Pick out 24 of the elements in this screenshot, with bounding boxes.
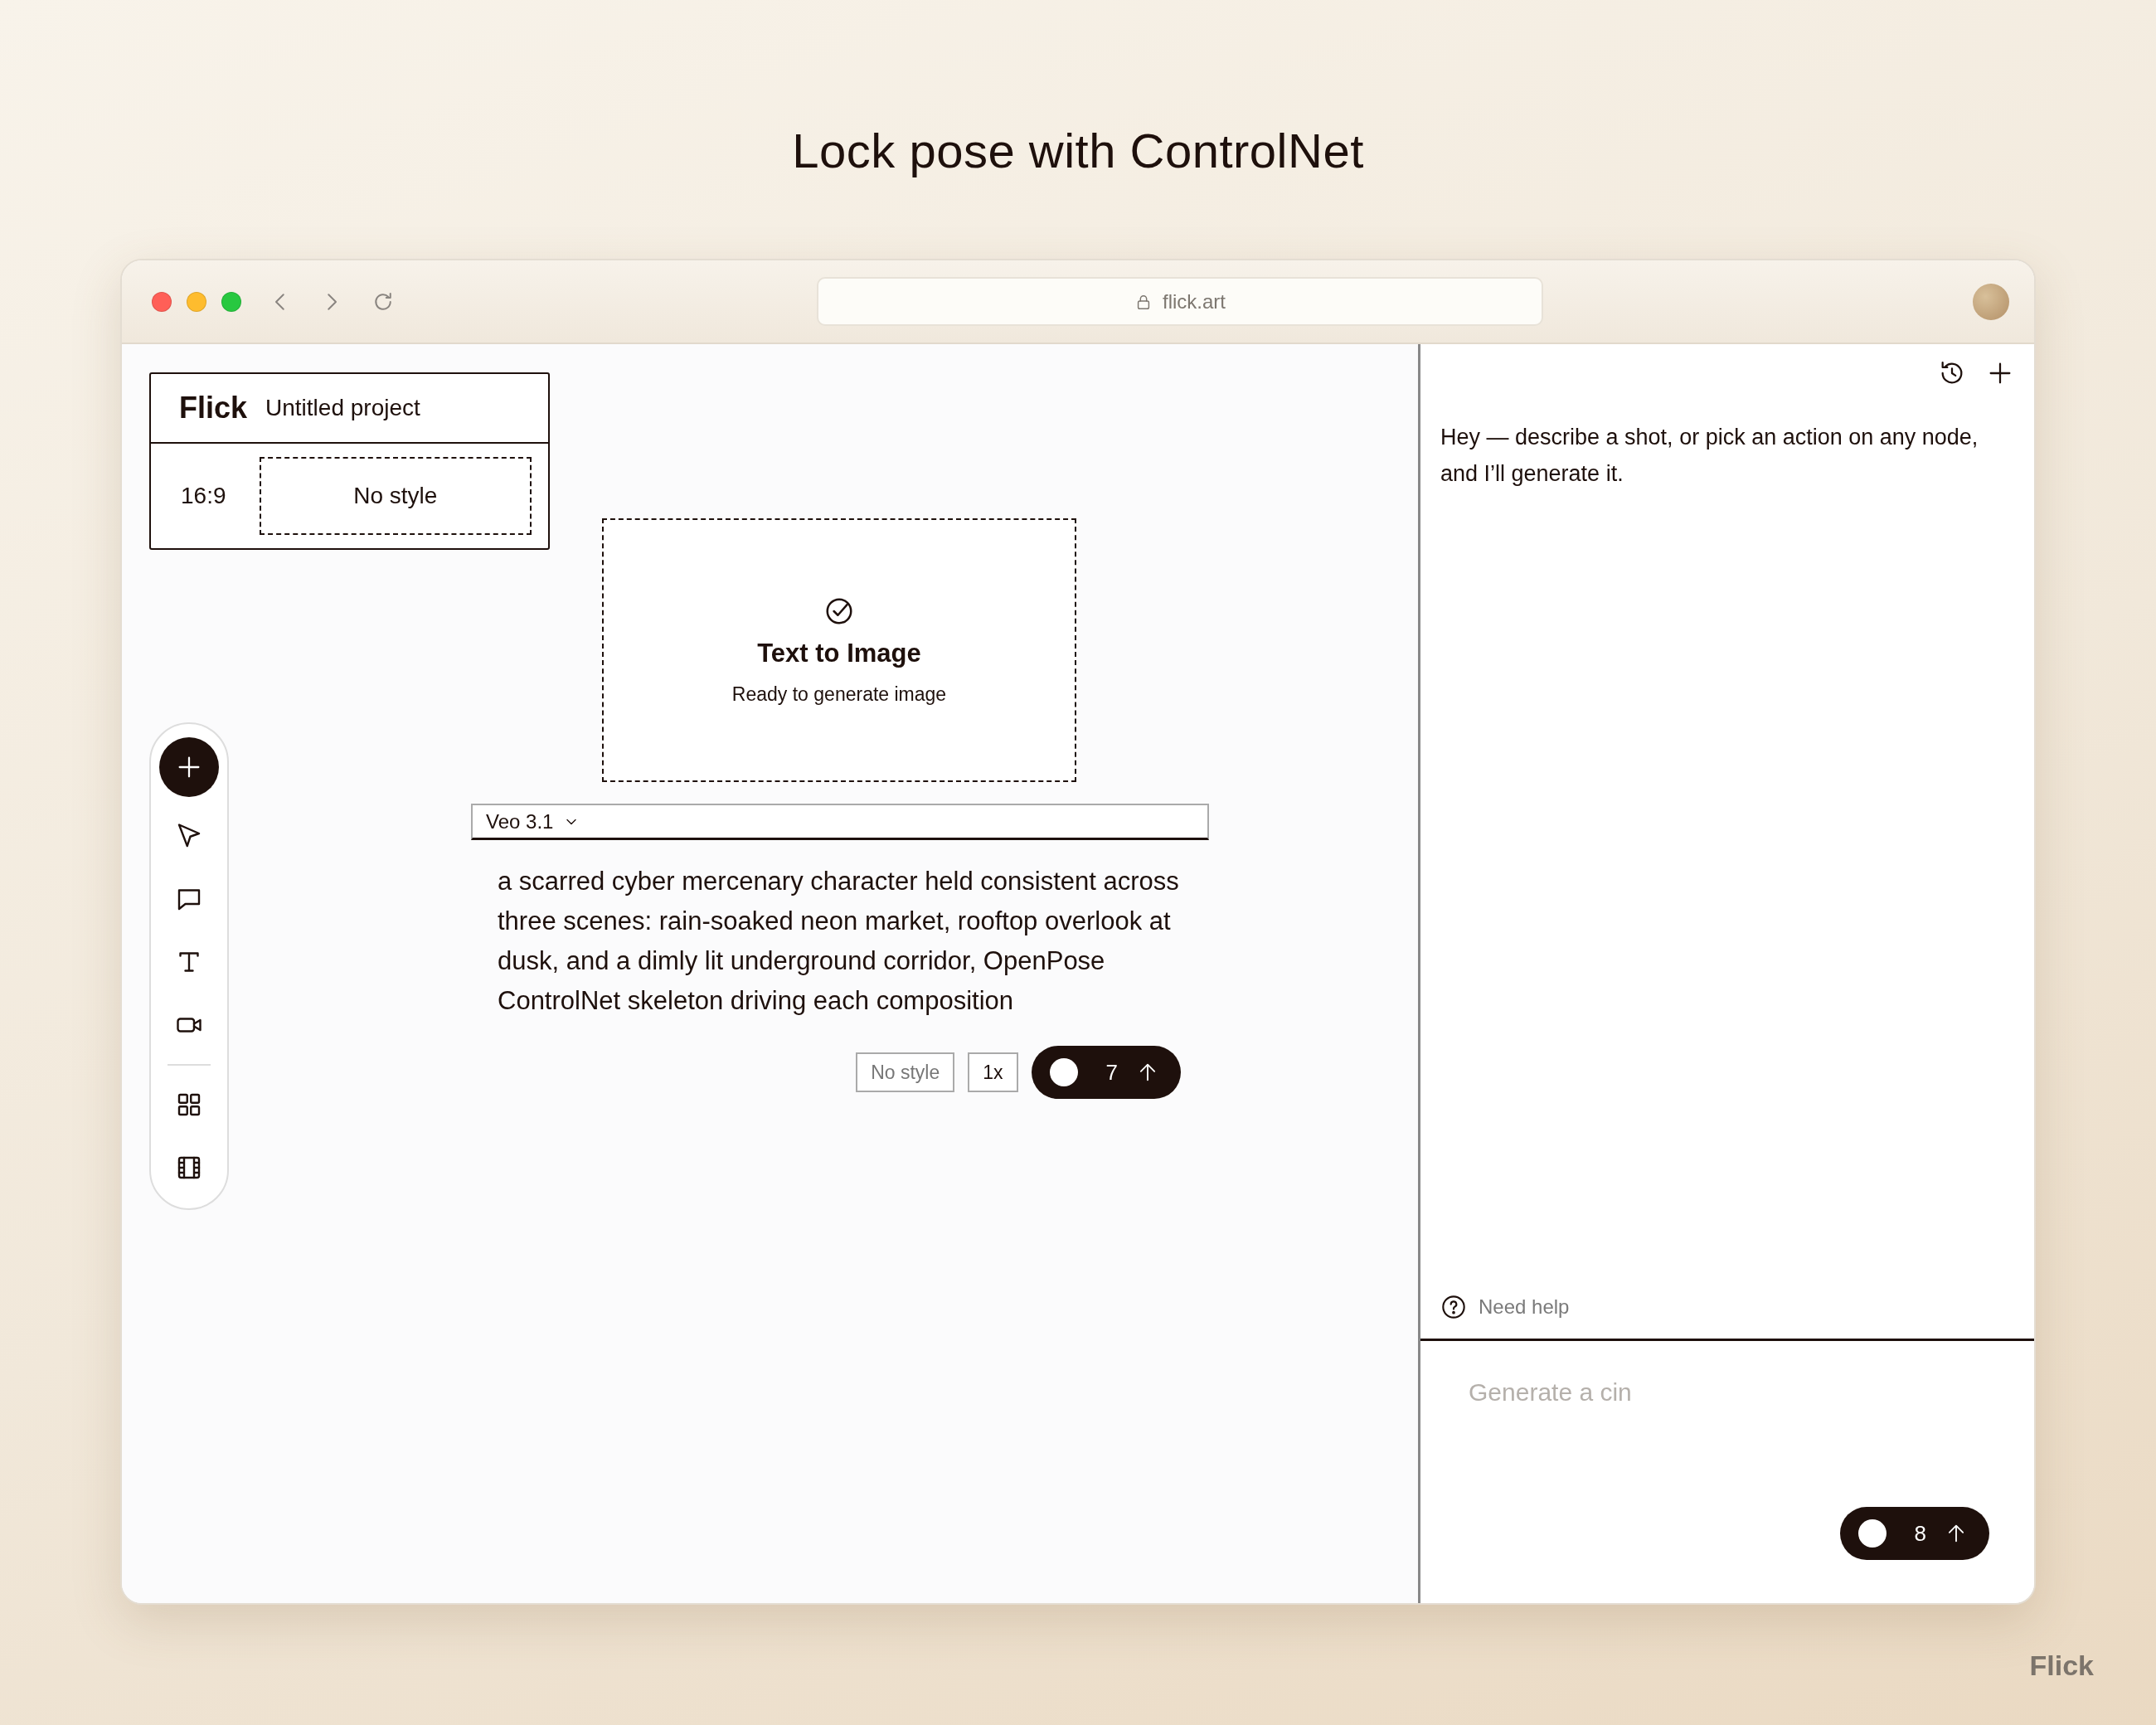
brand-name: Flick [179, 391, 248, 425]
add-button[interactable] [159, 737, 219, 797]
send-button[interactable]: 7 [1031, 1046, 1181, 1099]
chat-input[interactable]: Generate a cin [1467, 1378, 1968, 1407]
headline: Lock pose with ControlNet [791, 123, 1365, 179]
node-status: Ready to generate image [731, 683, 947, 706]
knob-icon [1049, 1058, 1078, 1086]
style-button[interactable]: No style [856, 1052, 955, 1092]
style-button[interactable]: No style [259, 457, 532, 535]
help-link[interactable]: Need help [1479, 1295, 1570, 1319]
project-name[interactable]: Untitled project [265, 395, 420, 421]
close-window-icon[interactable] [152, 291, 172, 312]
brand-mark: Flick [2029, 1650, 2094, 1682]
node-title: Text to Image [757, 638, 921, 668]
url-text: flick.art [1163, 289, 1226, 313]
assistant-message: Hey — describe a shot, or pick an action on any node, and I’ll generate it. [1440, 424, 1979, 488]
send-button[interactable]: 8 [1839, 1507, 1989, 1560]
multiplier-button[interactable]: 1x [968, 1052, 1018, 1092]
model-dropdown[interactable]: Veo 3.1 [471, 804, 1209, 840]
address-bar[interactable]: flick.art [817, 277, 1543, 326]
aspect-ratio[interactable]: 16:9 [181, 483, 226, 509]
knob-icon [1857, 1519, 1886, 1548]
prompt-text: a scarred cyber mercenary character held consistent across three scenes: rain-soaked neon market, rooftop overlook at dusk, and a dimly lit underground corridor, OpenPose ControlNet skeleton driving each composition [498, 866, 1180, 1017]
help-icon[interactable] [1440, 1294, 1467, 1320]
